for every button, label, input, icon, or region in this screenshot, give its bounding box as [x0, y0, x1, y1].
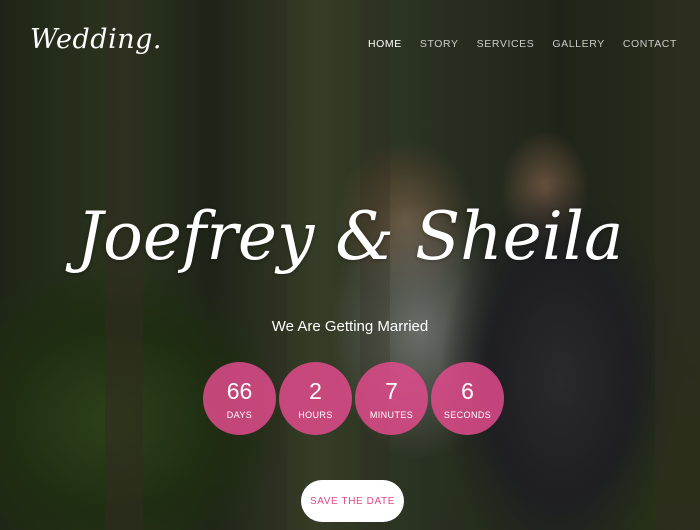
countdown-seconds: 6 SECONDS: [431, 362, 504, 435]
countdown-label: MINUTES: [369, 409, 414, 420]
countdown-value: 7: [385, 377, 398, 404]
countdown-hours: 2 HOURS: [279, 362, 352, 435]
nav-item-gallery[interactable]: GALLERY: [552, 38, 604, 50]
countdown-label: DAYS: [226, 409, 253, 420]
nav-item-story[interactable]: STORY: [420, 38, 459, 50]
countdown-value: 6: [461, 377, 474, 404]
countdown-minutes: 7 MINUTES: [355, 362, 428, 435]
nav-item-contact[interactable]: CONTACT: [623, 38, 677, 50]
countdown-label: HOURS: [298, 409, 333, 420]
countdown-timer: 66 DAYS 2 HOURS 7 MINUTES 6 SECONDS: [203, 362, 504, 435]
couple-names-title: Joefrey & Sheila: [76, 198, 624, 275]
countdown-value: 2: [309, 377, 322, 404]
site-logo[interactable]: Wedding.: [30, 24, 162, 55]
main-menu: HOME STORY SERVICES GALLERY CONTACT: [368, 38, 677, 50]
nav-item-home[interactable]: HOME: [368, 38, 402, 50]
save-the-date-button[interactable]: SAVE THE DATE: [301, 480, 404, 522]
countdown-days: 66 DAYS: [203, 362, 276, 435]
hero-subtitle: We Are Getting Married: [271, 318, 429, 335]
nav-item-services[interactable]: SERVICES: [477, 38, 535, 50]
top-navigation: Wedding. HOME STORY SERVICES GALLERY CON…: [0, 0, 700, 90]
countdown-value: 66: [226, 377, 253, 404]
countdown-label: SECONDS: [443, 409, 492, 420]
